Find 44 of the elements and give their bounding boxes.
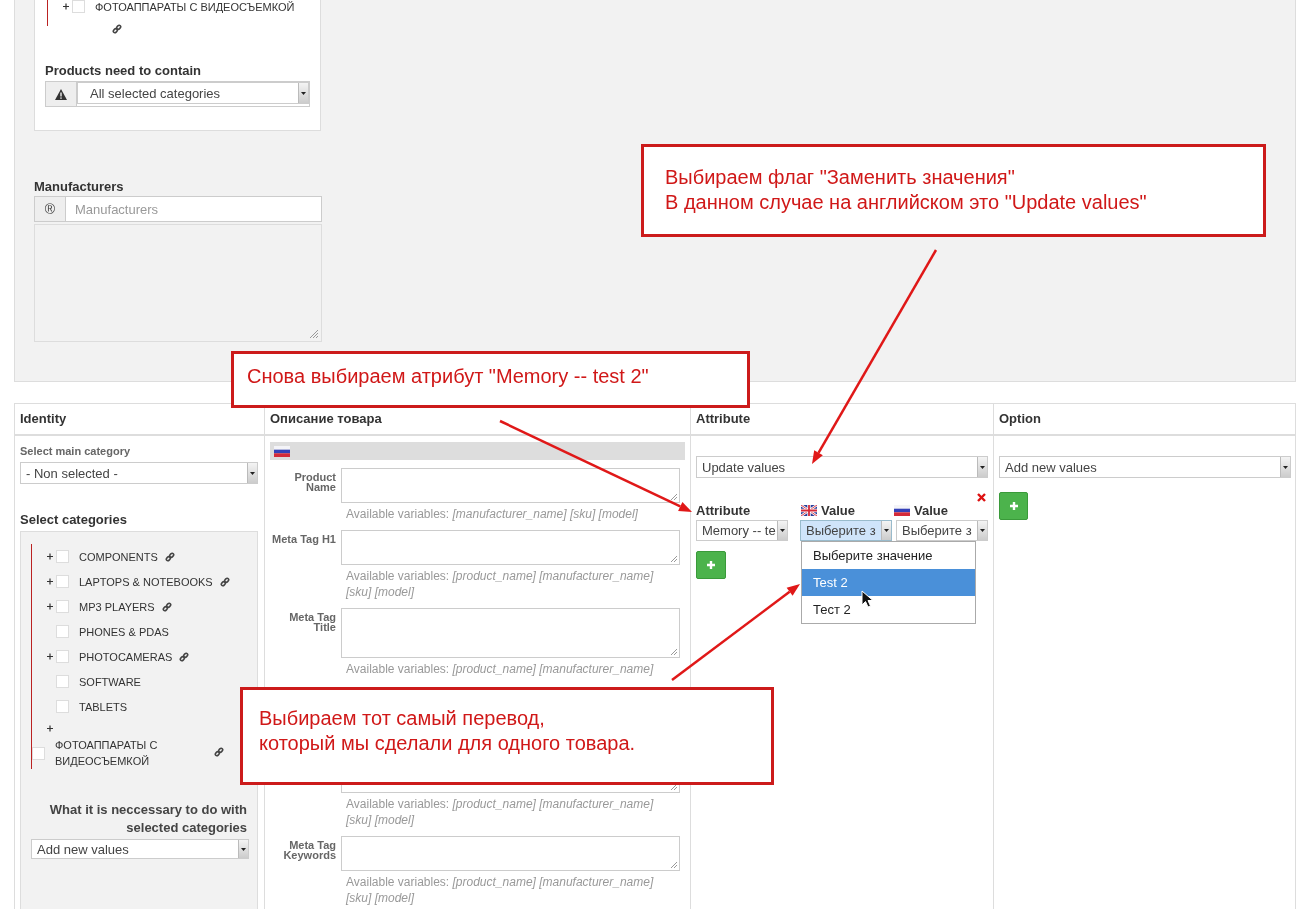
variables-hint: Available variables: [product_name] [manufacturer_name] [sku] [model] — [345, 874, 655, 906]
category-label: PHONES & PDAS — [79, 625, 169, 638]
category-label: ФОТОАППАРАТЫ С ВИДЕОСЪЕМКОЙ — [55, 738, 159, 769]
registered-addon: ® — [35, 197, 66, 221]
field-label: Product Name — [293, 470, 336, 495]
callout-text: Выбираем флаг "Заменить значения" — [665, 165, 1016, 190]
callout-text: Выбираем тот самый перевод, — [259, 706, 546, 731]
field-label: Select categories — [20, 512, 128, 527]
field-label: Manufacturers — [34, 179, 125, 194]
dropdown-option[interactable]: Тест 2 — [802, 596, 975, 623]
value-dropdown[interactable]: Выберите з — [800, 520, 892, 541]
field-label: Products need to contain — [45, 63, 202, 78]
variables-hint: Available variables: [product_name] [manufacturer_name] [sku] [model] — [345, 796, 655, 828]
callout-text: В данном случае на английском это "Update values" — [665, 190, 1148, 215]
category-label: PHOTOCAMERAS — [79, 650, 173, 663]
column-label: Value — [914, 503, 948, 518]
column-label: Attribute — [696, 503, 751, 518]
manufacturers-field[interactable]: ® Manufacturers — [34, 196, 322, 222]
callout-text: который мы сделали для одного товара. — [259, 731, 637, 756]
column-header: Option — [994, 404, 1295, 436]
value-dropdown[interactable]: Выберите з — [896, 520, 988, 541]
categories-dropdown[interactable]: All selected categories — [77, 82, 309, 104]
variables-hint: Available variables: [product_name] [manufacturer_name] — [345, 661, 655, 677]
category-label: COMPONENTS — [79, 550, 158, 563]
callout-text: Снова выбираем атрибут "Memory -- test 2" — [247, 365, 650, 388]
category-label: TABLETS — [79, 700, 128, 713]
mode-dropdown[interactable]: Add new values — [999, 456, 1291, 478]
field-label: What it is neccessary to do with selected categories — [48, 801, 247, 837]
variables-hint: Available variables: [product_name] [manufacturer_name] [sku] [model] — [345, 568, 655, 600]
mode-dropdown[interactable]: Update values — [696, 456, 988, 478]
variables-hint: Available variables: [manufacturer_name] [sku] [model] — [345, 506, 639, 522]
action-dropdown[interactable]: Add new values — [31, 839, 249, 859]
dropdown-option[interactable]: Выберите значение — [802, 542, 975, 569]
field-label: Meta Tag Title — [288, 610, 336, 635]
category-label: MP3 PLAYERS — [79, 600, 155, 613]
category-label: ФОТОАППАРАТЫ С ВИДЕОСЪЕМКОЙ — [95, 0, 295, 13]
field-label: Meta Tag Keywords — [282, 838, 336, 863]
column-label: Value — [821, 503, 855, 518]
attribute-dropdown[interactable]: Memory -- te — [696, 520, 788, 541]
category-label: SOFTWARE — [79, 675, 141, 688]
field-label: Meta Tag H1 — [271, 532, 336, 547]
main-category-dropdown[interactable]: - Non selected - — [20, 462, 258, 484]
field-label: Select main category — [20, 445, 132, 457]
category-label: LAPTOPS & NOTEBOOKS — [79, 575, 213, 588]
